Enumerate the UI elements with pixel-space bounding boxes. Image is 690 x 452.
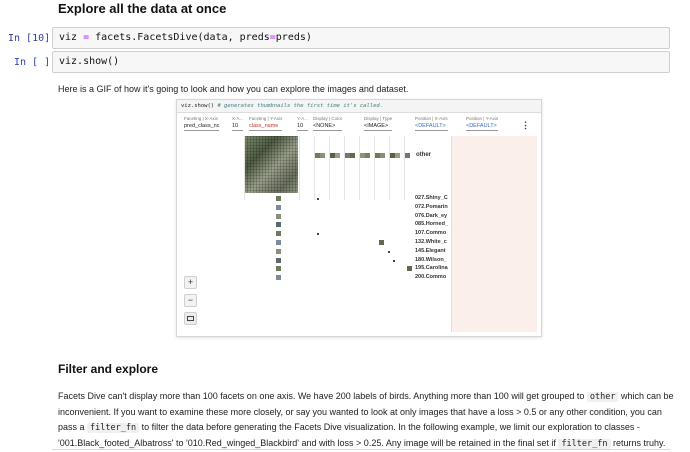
code-token: preds)	[275, 32, 312, 43]
thumbnail[interactable]	[380, 153, 385, 158]
section-heading-explore: Explore all the data at once	[58, 1, 227, 16]
code-token: viz.show()	[59, 56, 120, 67]
thumbnail[interactable]	[365, 153, 370, 158]
control-value: <IMAGE>	[364, 123, 393, 131]
control-value: <DEFAULT>	[415, 123, 448, 131]
zoom-in-button[interactable]: +	[184, 276, 197, 289]
section-heading-filter: Filter and explore	[58, 362, 159, 376]
cell-prompt: In [10]:	[8, 33, 57, 44]
control-label: Position | X-Axis	[415, 116, 448, 121]
code-token: viz	[59, 32, 84, 43]
control-x-buckets[interactable]: X-A... 10	[232, 116, 244, 131]
paragraph-text: Facets Dive can't display more than 100 …	[58, 391, 587, 401]
control-faceting-y[interactable]: Faceting | Y-Axis class_name	[249, 116, 283, 131]
intro-text: Here is a GIF of how it's going to look …	[58, 84, 409, 94]
thumbnail[interactable]	[276, 222, 281, 228]
zoom-out-button[interactable]: −	[184, 294, 197, 307]
inline-code: filter_fn	[558, 439, 611, 449]
inline-code: filter_fn	[87, 423, 140, 433]
control-label: Position | Y-Axis	[466, 116, 499, 121]
grid-line	[404, 136, 405, 200]
control-value: 10	[297, 123, 308, 131]
code-cell-1[interactable]: In [10]: viz = facets.FacetsDive(data, p…	[0, 27, 690, 53]
cell-prompt: In [ ]:	[14, 57, 57, 68]
filter-paragraph: Facets Dive can't display more than 100 …	[58, 389, 682, 452]
thumbnail[interactable]	[395, 153, 400, 158]
data-point[interactable]	[393, 259, 395, 262]
code-cell-2[interactable]: In [ ]: viz.show()	[0, 51, 690, 77]
control-value: class_name	[249, 123, 283, 131]
control-value: <NONE>	[313, 123, 343, 131]
control-position-x[interactable]: Position | X-Axis <DEFAULT>	[415, 116, 448, 131]
control-position-y[interactable]: Position | Y-Axis <DEFAULT>	[466, 116, 499, 131]
control-y-buckets[interactable]: Y-A... 10	[297, 116, 308, 131]
control-faceting-x[interactable]: Faceting | X-Axis pred_class_nc	[184, 116, 220, 131]
other-label: other	[416, 152, 431, 158]
cell-divider	[52, 449, 670, 450]
screenshot-button[interactable]	[184, 312, 197, 325]
facet-panel	[451, 136, 537, 332]
thumbnail[interactable]	[335, 153, 340, 158]
row-label: 085.Horned_	[415, 221, 449, 228]
thumbnail[interactable]	[276, 266, 281, 272]
control-label: Display | Type	[364, 116, 393, 121]
inline-code: other	[586, 392, 619, 402]
control-value: <DEFAULT>	[466, 123, 499, 131]
row-label: 180.Wilson_	[415, 256, 447, 263]
control-label: Y-A...	[297, 116, 308, 121]
row-label: 107.Commo	[415, 230, 447, 237]
control-value: pred_class_nc	[184, 123, 220, 131]
grid-line	[314, 136, 315, 200]
grid-line	[329, 136, 330, 200]
gif-code-call: viz.show()	[181, 103, 215, 109]
grid-line	[299, 136, 300, 200]
paragraph-text: to filter the data before generating the…	[58, 422, 640, 448]
more-vert-icon[interactable]: ⋮	[521, 120, 530, 131]
control-label: Faceting | Y-Axis	[249, 116, 283, 121]
control-label: Faceting | X-Axis	[184, 116, 218, 121]
grid-line	[359, 136, 360, 200]
row-label: 145.Elegant	[415, 247, 446, 254]
code-input[interactable]: viz.show()	[52, 51, 670, 73]
thumbnail[interactable]	[405, 153, 410, 158]
control-display-type[interactable]: Display | Type <IMAGE>	[364, 116, 393, 131]
thumbnail[interactable]	[276, 248, 281, 254]
thumbnail[interactable]	[276, 275, 281, 281]
image-icon	[187, 316, 194, 321]
control-label: X-A...	[232, 116, 244, 121]
thumbnail-cluster[interactable]	[245, 136, 298, 193]
row-label: 027.Shiny_C	[415, 195, 448, 201]
thumbnail[interactable]	[276, 240, 281, 245]
row-label: 076.Dark_ey	[415, 212, 448, 219]
grid-line	[344, 136, 345, 200]
code-input[interactable]: viz = facets.FacetsDive(data, preds=pred…	[52, 27, 670, 49]
thumbnail[interactable]	[276, 196, 281, 201]
thumbnail[interactable]	[276, 213, 281, 219]
row-label: 132.White_c	[415, 239, 447, 245]
control-value: 10	[232, 123, 244, 131]
thumbnail[interactable]	[276, 204, 281, 210]
code-token: facets.FacetsDive(data, preds	[89, 32, 270, 43]
thumbnail[interactable]	[350, 153, 355, 158]
data-point[interactable]	[317, 233, 319, 236]
thumbnail[interactable]	[407, 266, 412, 272]
grid-line	[374, 136, 375, 200]
thumbnail[interactable]	[320, 153, 325, 158]
data-point[interactable]	[317, 198, 319, 200]
control-display-color[interactable]: Display | Color <NONE>	[313, 116, 343, 131]
data-point[interactable]	[388, 250, 390, 253]
paragraph-text: returns truhy.	[610, 438, 666, 448]
gif-code-line: viz.show() # generates thumbnails the fi…	[177, 100, 541, 113]
control-label: Display | Color	[313, 116, 343, 121]
thumbnail[interactable]	[379, 240, 384, 245]
thumbnail[interactable]	[276, 257, 281, 263]
row-label: 200.Commo	[415, 274, 447, 281]
grid-line	[389, 136, 390, 200]
thumbnail[interactable]	[276, 231, 281, 237]
row-label: 072.Pomarin	[415, 203, 448, 210]
gif-code-comment: # generates thumbnails the first time it…	[217, 103, 384, 109]
facets-dive-gif: viz.show() # generates thumbnails the fi…	[176, 99, 542, 337]
row-label: 195.Carolina	[415, 265, 448, 272]
